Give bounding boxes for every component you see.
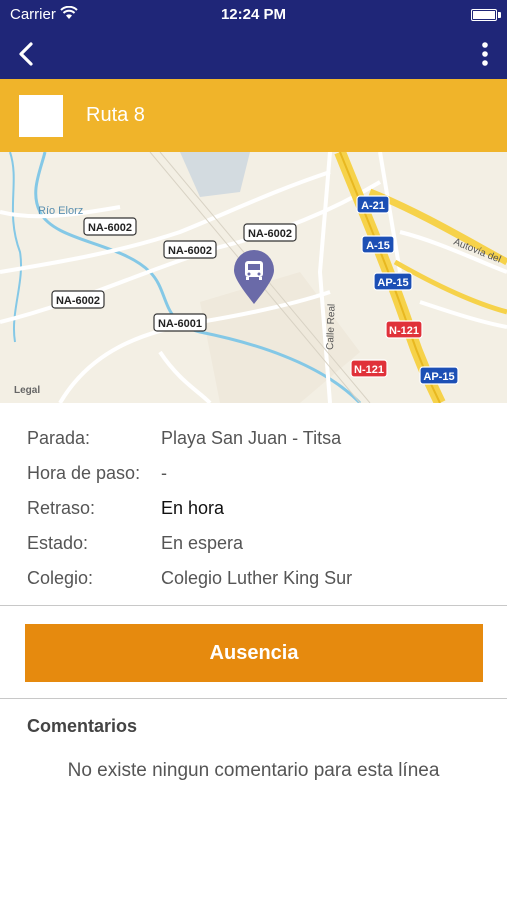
svg-text:AP-15: AP-15 — [423, 371, 454, 383]
map-label-calle-real: Calle Real — [325, 304, 338, 350]
svg-text:N-121: N-121 — [389, 325, 419, 337]
route-title: Ruta 8 — [86, 104, 145, 126]
detail-label: Colegio: — [27, 568, 94, 588]
comments-title: Comentarios — [27, 716, 138, 736]
road-shield-a21: A-21 — [356, 195, 390, 214]
svg-text:NA-6002: NA-6002 — [56, 295, 100, 307]
more-vertical-icon[interactable] — [479, 39, 491, 69]
svg-text:NA-6002: NA-6002 — [88, 222, 132, 234]
route-map[interactable]: Río Elorz Legal Calle Real Autovía del N… — [0, 152, 507, 403]
detail-row-hora: Hora de paso: - — [27, 463, 487, 498]
map-label-river: Río Elorz — [38, 205, 83, 217]
detail-value: En espera — [161, 533, 244, 553]
detail-value: Colegio Luther King Sur — [161, 568, 353, 588]
svg-text:NA-6002: NA-6002 — [168, 245, 212, 257]
detail-label: Parada: — [27, 428, 91, 448]
road-shield-na6001: NA-6001 — [153, 313, 207, 332]
road-shield-na6002: NA-6002 — [51, 290, 105, 309]
svg-text:AP-15: AP-15 — [377, 277, 408, 289]
detail-label: Estado: — [27, 533, 89, 553]
svg-text:N-121: N-121 — [354, 364, 384, 376]
road-shield-a15: A-15 — [361, 235, 395, 254]
detail-row-colegio: Colegio: Colegio Luther King Sur — [27, 568, 487, 603]
road-shield-n121: N-121 — [350, 359, 388, 378]
detail-row-parada: Parada: Playa San Juan - Titsa — [27, 428, 487, 463]
detail-label: Retraso: — [27, 498, 96, 518]
status-bar: Carrier 12:24 PM — [0, 0, 507, 29]
navigation-bar — [0, 29, 507, 79]
detail-value: Playa San Juan - Titsa — [161, 428, 342, 448]
chevron-left-icon[interactable] — [12, 39, 42, 69]
road-shield-na6002: NA-6002 — [83, 217, 137, 236]
divider — [0, 698, 507, 699]
battery-icon — [471, 9, 497, 21]
ausencia-button[interactable]: Ausencia — [25, 624, 483, 682]
road-shield-na6002: NA-6002 — [243, 223, 297, 242]
detail-row-retraso: Retraso: En hora — [27, 498, 487, 533]
route-header: Ruta 8 — [0, 79, 507, 152]
road-shield-ap15: AP-15 — [373, 272, 413, 291]
map-legal-link[interactable]: Legal — [14, 385, 40, 396]
detail-row-estado: Estado: En espera — [27, 533, 487, 568]
svg-text:A-21: A-21 — [361, 200, 385, 212]
detail-value: - — [161, 463, 167, 483]
divider — [0, 605, 507, 606]
road-shield-na6002: NA-6002 — [163, 240, 217, 259]
road-shield-n121: N-121 — [385, 320, 423, 339]
comments-empty-message: No existe ningun comentario para esta lí… — [67, 760, 440, 781]
svg-text:NA-6002: NA-6002 — [248, 228, 292, 240]
clock: 12:24 PM — [220, 6, 287, 23]
detail-label: Hora de paso: — [27, 463, 141, 483]
road-shield-ap15: AP-15 — [419, 366, 459, 385]
route-color-swatch — [19, 95, 63, 137]
svg-text:A-15: A-15 — [366, 240, 390, 252]
stop-details: Parada: Playa San Juan - Titsa Hora de p… — [27, 428, 487, 603]
detail-value: En hora — [161, 498, 225, 518]
svg-text:NA-6001: NA-6001 — [158, 318, 202, 330]
